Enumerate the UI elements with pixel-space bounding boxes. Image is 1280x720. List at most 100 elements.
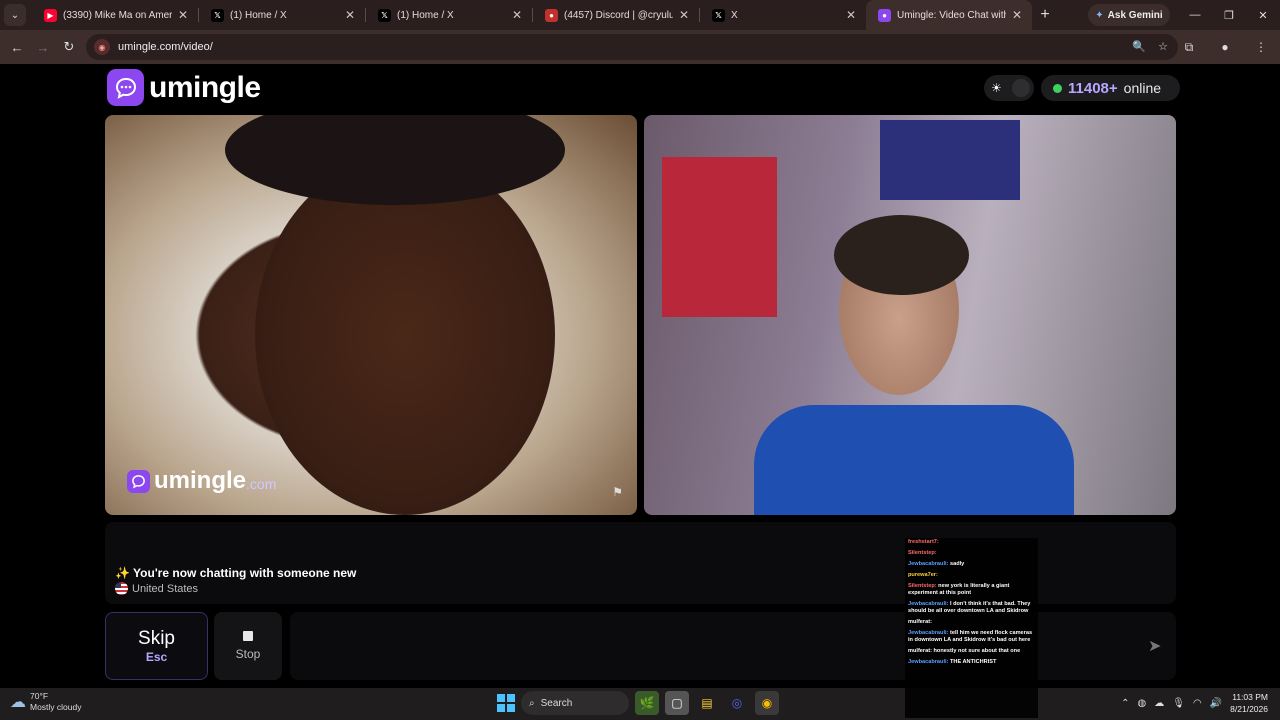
skip-shortcut: Esc bbox=[145, 650, 168, 664]
tab-close-icon[interactable]: ✕ bbox=[679, 8, 689, 22]
site-logo[interactable]: umingle bbox=[107, 69, 261, 106]
self-video bbox=[644, 115, 1176, 515]
search-label: Search bbox=[540, 697, 573, 709]
online-counter: 11408+ online bbox=[1041, 75, 1180, 101]
stream-chat-message: Jewbacabrauli: THE ANTICHRIST bbox=[908, 659, 1035, 666]
windows-start-icon[interactable] bbox=[497, 694, 515, 712]
discord-app-icon[interactable]: ◎ bbox=[725, 691, 749, 715]
task-view-icon[interactable]: ▢ bbox=[665, 691, 689, 715]
chevron-up-icon[interactable]: ⌃ bbox=[1121, 698, 1129, 709]
back-button[interactable]: ← bbox=[4, 34, 30, 60]
brand-name: umingle bbox=[149, 70, 261, 104]
tab-title: (4457) Discord | @cryulu bbox=[564, 9, 673, 21]
wifi-icon[interactable]: ◠ bbox=[1193, 698, 1202, 709]
stop-icon bbox=[243, 631, 253, 641]
skip-button[interactable]: Skip Esc bbox=[105, 612, 208, 680]
minimize-button[interactable]: — bbox=[1178, 0, 1212, 30]
taskbar-search[interactable]: ⌕ Search bbox=[521, 691, 629, 715]
umingle-page: umingle ☀ 11408+ online umingle .com ⚑ ✨… bbox=[0, 64, 1280, 688]
system-tray: ⌃ ◍ ☁ 🎙 ◠ 🔊 11:03 PM 8/21/2026 bbox=[1121, 691, 1268, 715]
gemini-icon: ✦ bbox=[1095, 9, 1104, 21]
stop-button[interactable]: Stop bbox=[214, 612, 282, 680]
umingle-watermark: umingle .com bbox=[127, 467, 276, 495]
ask-gemini-button[interactable]: ✦ Ask Gemini bbox=[1088, 4, 1170, 26]
chat-bubble-icon bbox=[107, 69, 144, 106]
tab-close-icon[interactable]: ✕ bbox=[345, 8, 355, 22]
online-count: 11408+ bbox=[1068, 79, 1118, 97]
reload-button[interactable]: ↻ bbox=[56, 34, 82, 60]
tab-title: (3390) Mike Ma on America | bbox=[63, 9, 172, 21]
taskbar: ☁ 70°F Mostly cloudy ⌕ Search 🌿 ▢ ▤ ◎ ◉ … bbox=[0, 688, 1280, 720]
online-status-dot bbox=[1053, 83, 1062, 93]
volume-icon[interactable]: 🔊 bbox=[1210, 698, 1222, 709]
tab-title: Umingle: Video Chat with bbox=[897, 9, 1006, 21]
browser-tab[interactable]: 𝕏 X ✕ bbox=[700, 0, 866, 30]
stream-chat-user: Silentstep: bbox=[908, 583, 937, 589]
menu-icon[interactable]: ⋮ bbox=[1248, 34, 1274, 60]
file-explorer-icon[interactable]: ▤ bbox=[695, 691, 719, 715]
browser-tab[interactable]: ● Umingle: Video Chat with ✕ bbox=[866, 0, 1032, 30]
wall-poster bbox=[880, 120, 1020, 200]
zoom-icon[interactable]: 🔍 bbox=[1132, 40, 1146, 53]
stream-chat-user: Silentstep: bbox=[908, 550, 937, 556]
cloud-icon: ☁ bbox=[10, 694, 26, 711]
online-label: online bbox=[1123, 80, 1162, 96]
message-input[interactable] bbox=[290, 612, 1176, 680]
stranger-figure bbox=[255, 155, 555, 515]
stream-chat-user: mulferat: bbox=[908, 619, 932, 625]
tab-title: X bbox=[731, 9, 738, 21]
stream-chat-user: freshstart7: bbox=[908, 539, 939, 545]
tab-close-icon[interactable]: ✕ bbox=[1012, 8, 1022, 22]
self-hair bbox=[834, 215, 969, 295]
temperature: 70°F bbox=[30, 691, 49, 701]
address-bar[interactable]: ◉ umingle.com/video/ 🔍 ☆ bbox=[86, 34, 1178, 60]
stream-chat-user: purewa7er: bbox=[908, 572, 938, 578]
self-shirt bbox=[754, 405, 1074, 515]
us-flag-icon bbox=[115, 582, 128, 595]
profile-avatar[interactable]: ● bbox=[1212, 34, 1238, 60]
weather-condition: Mostly cloudy bbox=[30, 702, 82, 712]
tray-app-icon[interactable]: ◍ bbox=[1138, 698, 1147, 709]
tab-close-icon[interactable]: ✕ bbox=[846, 8, 856, 22]
stream-chat-message: Jewbacabrauli: I don't think it's that b… bbox=[908, 601, 1035, 615]
sun-icon: ☀ bbox=[991, 81, 1002, 95]
youtube-icon: ▶ bbox=[44, 8, 57, 22]
stream-chat-message: mulferat: bbox=[908, 619, 1035, 626]
browser-tab[interactable]: ▶ (3390) Mike Ma on America | ✕ bbox=[32, 0, 198, 30]
stream-chat-message: Jewbacabrauli: sadly bbox=[908, 561, 1035, 568]
widgets-app-icon[interactable]: 🌿 bbox=[635, 691, 659, 715]
browser-tab[interactable]: 𝕏 (1) Home / X ✕ bbox=[366, 0, 532, 30]
new-tab-button[interactable]: + bbox=[1032, 6, 1058, 24]
stream-chat-text: honestly not sure about that one bbox=[933, 648, 1021, 654]
bookmark-star-icon[interactable]: ☆ bbox=[1158, 40, 1168, 53]
tab-close-icon[interactable]: ✕ bbox=[178, 8, 188, 22]
tab-close-icon[interactable]: ✕ bbox=[512, 8, 522, 22]
stream-chat-message: purewa7er: bbox=[908, 572, 1035, 579]
chrome-app-icon[interactable]: ◉ bbox=[755, 691, 779, 715]
close-window-button[interactable]: ✕ bbox=[1246, 0, 1280, 30]
report-flag-icon[interactable]: ⚑ bbox=[612, 485, 623, 499]
stream-chat-message: freshstart7: bbox=[908, 539, 1035, 546]
send-icon[interactable]: ➤ bbox=[1148, 636, 1161, 656]
theme-toggle[interactable]: ☀ bbox=[984, 75, 1034, 101]
clock[interactable]: 11:03 PM 8/21/2026 bbox=[1230, 691, 1268, 715]
browser-tab[interactable]: ● (4457) Discord | @cryulu ✕ bbox=[533, 0, 699, 30]
stream-chat-message: Jewbacabrauli: tell him we need flock ca… bbox=[908, 630, 1035, 644]
forward-button[interactable]: → bbox=[30, 34, 56, 60]
browser-tab[interactable]: 𝕏 (1) Home / X ✕ bbox=[199, 0, 365, 30]
stream-chat-text: sadly bbox=[949, 561, 965, 567]
umingle-icon: ● bbox=[878, 8, 891, 22]
time: 11:03 PM bbox=[1232, 692, 1268, 702]
watermark-brand: umingle bbox=[154, 467, 247, 494]
toggle-knob bbox=[1012, 79, 1030, 97]
stream-chat-message: mulferat: honestly not sure about that o… bbox=[908, 648, 1035, 655]
date: 8/21/2026 bbox=[1230, 704, 1268, 714]
microphone-icon[interactable]: 🎙 bbox=[1172, 698, 1185, 709]
site-info-icon[interactable]: ◉ bbox=[94, 39, 110, 55]
extensions-icon[interactable]: ⧉ bbox=[1176, 34, 1202, 60]
weather-widget[interactable]: ☁ 70°F Mostly cloudy bbox=[10, 691, 82, 713]
restore-button[interactable]: ❐ bbox=[1212, 0, 1246, 30]
ask-gemini-label: Ask Gemini bbox=[1107, 9, 1163, 21]
tab-search-button[interactable]: ⌄ bbox=[4, 4, 26, 26]
onedrive-icon[interactable]: ☁ bbox=[1154, 698, 1164, 709]
